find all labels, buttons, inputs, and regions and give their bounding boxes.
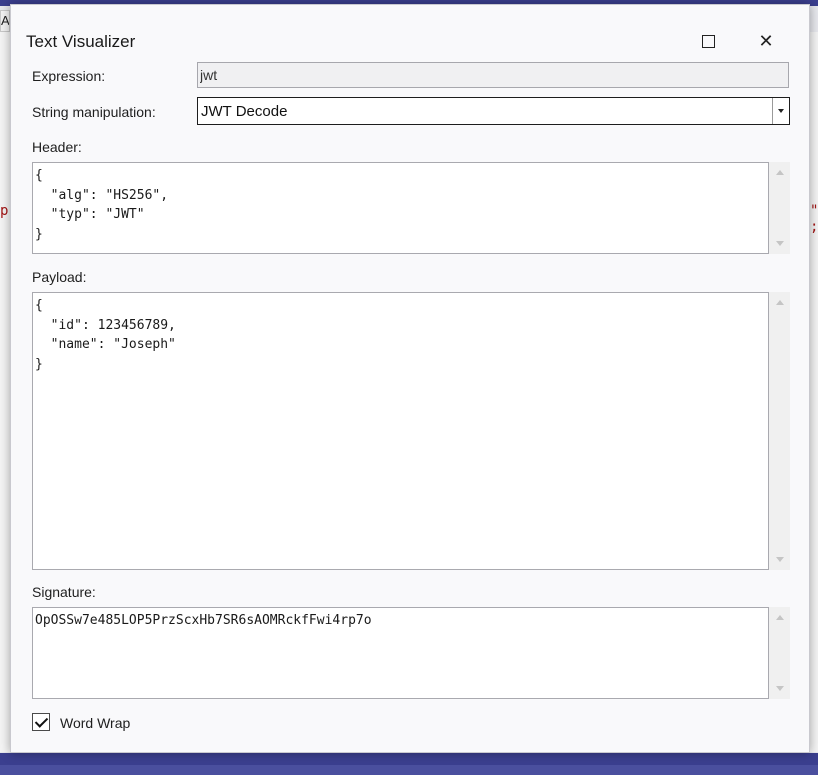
string-manipulation-value: JWT Decode [201,102,288,120]
header-textarea[interactable]: { "alg": "HS256", "typ": "JWT" } [32,162,769,254]
checkmark-icon [34,713,48,728]
signature-scrollbar[interactable] [769,607,790,699]
scroll-up-icon[interactable] [776,615,784,620]
scroll-up-icon[interactable] [776,300,784,305]
ide-status-bar-strip [0,765,818,775]
header-label: Header: [32,139,82,155]
payload-textarea-container: { "id": 123456789, "name": "Joseph" } [32,292,790,570]
signature-textarea[interactable]: OpOSSw7e485LOP5PrzScxHb7SR6sAOMRckfFwi4r… [32,607,769,699]
string-manipulation-dropdown[interactable]: JWT Decode [197,97,790,125]
ide-editor-right [810,32,818,752]
close-icon: ✕ [758,30,774,52]
header-textarea-container: { "alg": "HS256", "typ": "JWT" } [32,162,790,254]
maximize-icon [701,34,715,48]
ide-code-fragment-left: p [0,203,9,219]
ide-tab-fragment[interactable]: A [0,10,10,32]
ide-tab-fragment-label: A [1,13,10,28]
ide-editor-left [0,32,10,752]
dialog-titlebar[interactable]: Text Visualizer ✕ [11,5,811,61]
payload-label: Payload: [32,269,87,285]
scroll-down-icon[interactable] [776,686,784,691]
word-wrap-checkbox[interactable] [32,713,50,731]
expression-label: Expression: [32,68,106,84]
scroll-down-icon[interactable] [776,241,784,246]
payload-scrollbar[interactable] [769,292,790,570]
payload-textarea[interactable]: { "id": 123456789, "name": "Joseph" } [32,292,769,570]
header-scrollbar[interactable] [769,162,790,254]
maximize-button[interactable] [688,25,728,57]
word-wrap-label[interactable]: Word Wrap [60,715,130,731]
chevron-down-icon[interactable] [772,98,789,124]
close-button[interactable]: ✕ [746,25,786,57]
text-visualizer-dialog: Text Visualizer ✕ Expression: String man… [10,4,810,753]
signature-label: Signature: [32,584,96,600]
string-manipulation-label: String manipulation: [32,104,156,120]
scroll-up-icon[interactable] [776,170,784,175]
ide-code-fragment-right: " ; [810,203,818,235]
dialog-title: Text Visualizer [26,32,136,51]
expression-field[interactable] [197,62,789,88]
scroll-down-icon[interactable] [776,557,784,562]
signature-textarea-container: OpOSSw7e485LOP5PrzScxHb7SR6sAOMRckfFwi4r… [32,607,790,699]
